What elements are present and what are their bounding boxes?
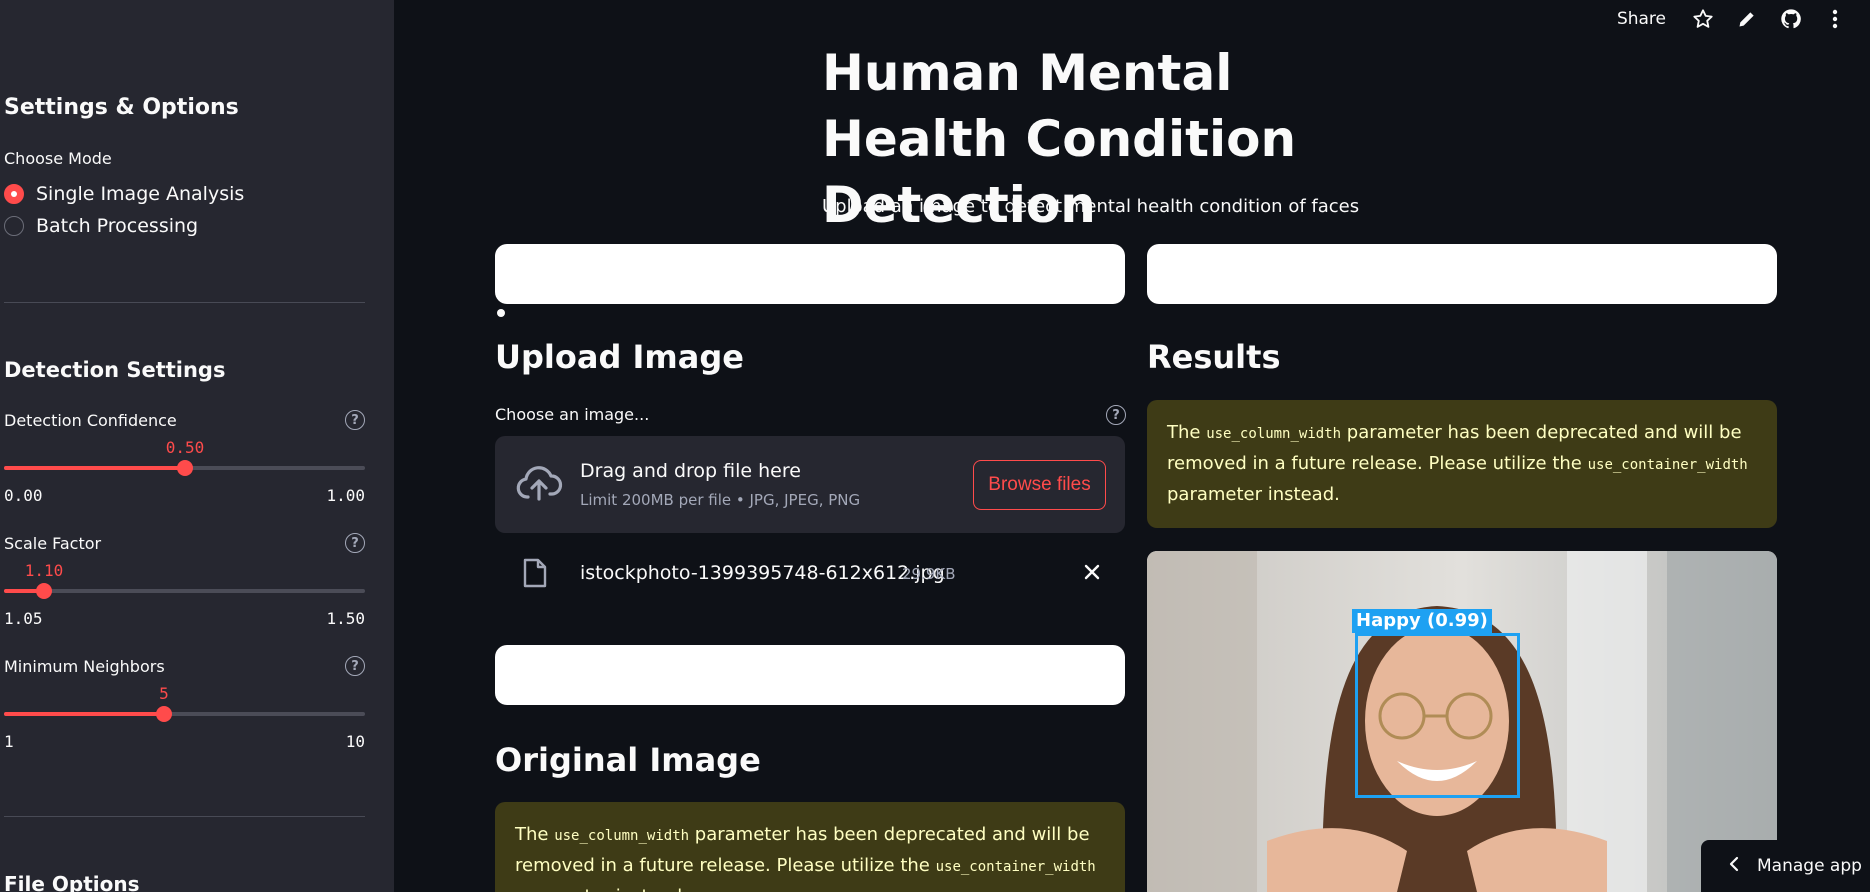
slider-value: 5 (159, 684, 169, 703)
detection-box (1355, 633, 1520, 798)
blank-card-lower (495, 645, 1125, 705)
warning-text: parameter instead. (515, 886, 688, 892)
detection-settings-heading: Detection Settings (4, 358, 226, 382)
share-button[interactable]: Share (1617, 9, 1666, 29)
radio-selected-indicator (4, 184, 24, 204)
browse-files-button[interactable]: Browse files (973, 460, 1106, 510)
help-icon[interactable]: ? (345, 533, 365, 553)
uploaded-file-row: istockphoto-1399395748-612x612.jpg 29.9K… (495, 548, 1125, 600)
slider-min: 1.05 (4, 609, 43, 628)
slider-min: 1 (4, 732, 14, 751)
more-menu-icon[interactable] (1822, 6, 1848, 32)
warning-code: use_column_width (1206, 426, 1342, 442)
slider-thumb[interactable] (36, 583, 52, 599)
sidebar-divider (4, 816, 365, 817)
minimum-neighbors-slider[interactable]: 5 1 10 (4, 674, 365, 754)
dropzone-limit: Limit 200MB per file • JPG, JPEG, PNG (580, 491, 861, 509)
warning-code: use_container_width (1587, 457, 1748, 473)
detection-confidence-slider[interactable]: 0.50 0.00 1.00 (4, 428, 365, 508)
file-dropzone[interactable]: Drag and drop file here Limit 200MB per … (495, 436, 1125, 533)
uploader-label: Choose an image... (495, 405, 650, 424)
radio-label: Single Image Analysis (36, 183, 245, 205)
result-image: Happy (0.99) (1147, 551, 1777, 892)
warning-text: parameter instead. (1167, 484, 1340, 505)
settings-heading: Settings & Options (4, 95, 239, 120)
edit-icon[interactable] (1734, 6, 1760, 32)
results-heading: Results (1147, 338, 1281, 376)
chevron-left-icon (1729, 856, 1739, 877)
help-icon[interactable]: ? (1106, 405, 1126, 425)
warning-code: use_container_width (935, 859, 1096, 875)
warning-text: The (1167, 422, 1207, 443)
slider-track (4, 589, 365, 593)
manage-app-button[interactable]: Manage app (1701, 840, 1870, 892)
slider-max: 1.50 (326, 609, 365, 628)
file-options-heading: File Options (4, 872, 140, 892)
slider-fill (4, 466, 185, 470)
sidebar-divider (4, 302, 365, 303)
slider-max: 10 (345, 732, 365, 751)
close-icon[interactable] (1080, 560, 1104, 584)
slider-value: 1.10 (24, 561, 64, 580)
radio-label: Batch Processing (36, 215, 199, 237)
help-icon[interactable]: ? (345, 656, 365, 676)
slider-thumb[interactable] (156, 706, 172, 722)
choose-mode-label: Choose Mode (4, 149, 112, 168)
uploaded-file-name: istockphoto-1399395748-612x612.jpg (580, 562, 945, 584)
bullet-dot (497, 309, 505, 317)
sidebar: Settings & Options Choose Mode Single Im… (0, 0, 394, 892)
deprecation-warning: The use_column_width parameter has been … (495, 802, 1125, 892)
slider-min: 0.00 (4, 486, 43, 505)
manage-app-label: Manage app (1757, 856, 1862, 876)
star-icon[interactable] (1690, 6, 1716, 32)
blank-card-right (1147, 244, 1777, 304)
github-icon[interactable] (1778, 6, 1804, 32)
warning-text: The (515, 824, 555, 845)
page-subtitle: Upload an image to detect mental health … (822, 196, 1360, 217)
toolbar: Share (1617, 0, 1870, 38)
slider-value: 0.50 (165, 438, 205, 457)
slider-thumb[interactable] (177, 460, 193, 476)
blank-card-left (495, 244, 1125, 304)
cloud-upload-icon (515, 464, 563, 506)
help-icon[interactable]: ? (345, 410, 365, 430)
warning-code: use_column_width (554, 828, 690, 844)
radio-unselected-indicator (4, 216, 24, 236)
original-image-heading: Original Image (495, 741, 761, 779)
file-icon (523, 558, 547, 592)
scale-factor-slider[interactable]: 1.10 1.05 1.50 (4, 551, 365, 631)
radio-single-image[interactable]: Single Image Analysis (4, 183, 244, 205)
radio-batch-processing[interactable]: Batch Processing (4, 215, 198, 237)
slider-max: 1.00 (326, 486, 365, 505)
detection-label: Happy (0.99) (1352, 609, 1492, 633)
dropzone-title: Drag and drop file here (580, 460, 801, 482)
deprecation-warning: The use_column_width parameter has been … (1147, 400, 1777, 528)
uploaded-file-size: 29.9KB (902, 565, 956, 583)
slider-fill (4, 712, 164, 716)
upload-image-heading: Upload Image (495, 338, 744, 376)
